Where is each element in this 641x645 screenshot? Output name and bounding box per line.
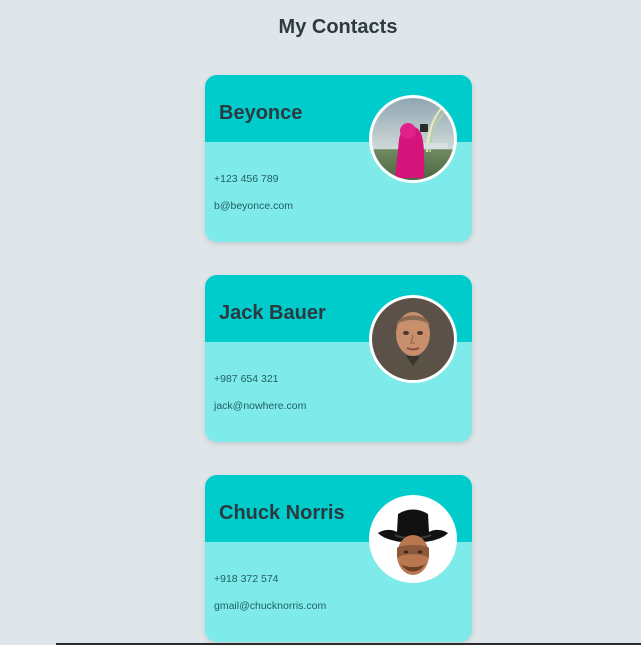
contact-card-jack-bauer[interactable]: Jack Bauer +987 654 321 jack@nowhere.com [205, 275, 472, 442]
photo-cowboy-hat-icon [372, 498, 454, 580]
avatar [369, 495, 457, 583]
photo-man-portrait-icon [372, 298, 454, 380]
avatar [369, 295, 457, 383]
contact-email[interactable]: jack@nowhere.com [214, 400, 306, 412]
contact-email[interactable]: b@beyonce.com [214, 200, 293, 212]
photo-person-pink-hood-icon [372, 98, 454, 180]
contact-name: Chuck Norris [219, 502, 345, 524]
contact-email[interactable]: gmail@chucknorris.com [214, 600, 326, 612]
contact-phone[interactable]: +123 456 789 [214, 173, 279, 185]
page-title: My Contacts [278, 16, 398, 38]
contact-phone[interactable]: +987 654 321 [214, 373, 279, 385]
avatar [369, 95, 457, 183]
contact-card-chuck-norris[interactable]: Chuck Norris +918 372 574 gmail@chucknor… [205, 475, 472, 642]
contact-phone[interactable]: +918 372 574 [214, 573, 279, 585]
contacts-page: My Contacts Beyonce +123 456 789 b@beyon… [0, 0, 641, 645]
contact-card-beyonce[interactable]: Beyonce +123 456 789 b@beyonce.com [205, 75, 472, 242]
contact-name: Beyonce [219, 102, 303, 124]
contact-name: Jack Bauer [219, 302, 326, 324]
